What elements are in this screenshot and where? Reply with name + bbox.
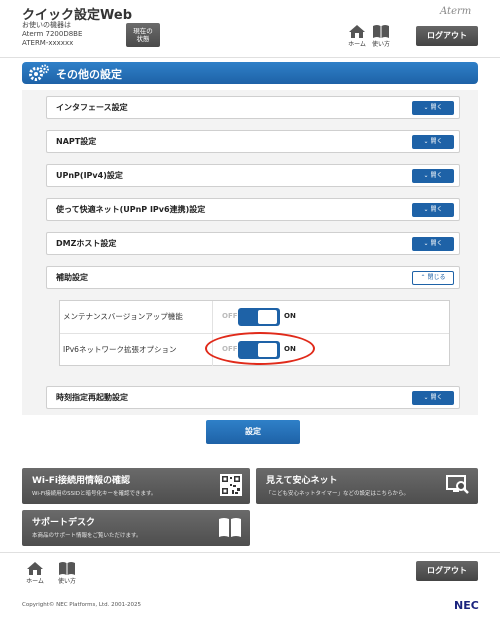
manual-label: 使い方 (371, 41, 390, 48)
monitor-search-icon (446, 475, 469, 494)
accordion-napt[interactable]: NAPT設定 ⌄ 開く (46, 130, 460, 153)
device-info-line: お使いの機器は (22, 21, 71, 29)
open-button-label: 開く (430, 206, 443, 213)
copyright: Copyright© NEC Platforms, Ltd. 2001-2025 (22, 602, 142, 608)
accordion-label: 補助設定 (56, 273, 88, 282)
maintenance-update-toggle[interactable]: OFF ON (222, 308, 296, 326)
open-button[interactable]: ⌄ 開く (412, 169, 454, 183)
card-description: 「こども安心ネットタイマー」などの設定はこちらから。 (266, 491, 410, 497)
setting-name: IPv6ネットワーク拡張オプション (63, 334, 213, 366)
footer-bar: ホーム 使い方 ログアウト (0, 552, 500, 590)
card-wifi-info[interactable]: Wi-Fi接続用情報の確認 Wi-Fi接続用のSSIDと暗号化キーを確認できます… (22, 468, 250, 504)
home-button[interactable]: ホーム (346, 24, 368, 48)
card-title: サポートデスク (32, 518, 96, 528)
home-icon (349, 25, 365, 38)
accordion-label: インタフェース設定 (56, 103, 128, 112)
card-description: Wi-Fi接続用のSSIDと暗号化キーを確認できます。 (32, 491, 157, 497)
open-button-label: 開く (430, 172, 443, 179)
chevron-down-icon: ⌄ (423, 206, 429, 213)
toggle-on-label: ON (284, 312, 296, 320)
home-label: ホーム (348, 41, 366, 48)
chevron-down-icon: ⌄ (423, 240, 429, 247)
device-info-line: Aterm 7200D8BE (22, 30, 83, 38)
open-button[interactable]: ⌄ 開く (412, 135, 454, 149)
accordion-label: 時刻指定再起動設定 (56, 393, 128, 402)
current-status-label-1: 現在の (133, 27, 153, 35)
card-title: Wi-Fi接続用情報の確認 (32, 476, 130, 486)
book-icon (373, 25, 389, 38)
card-title: 見えて安心ネット (266, 476, 338, 486)
chevron-up-icon: ⌃ (420, 274, 426, 281)
open-button-label: 開く (430, 138, 443, 145)
chevron-down-icon: ⌄ (423, 104, 429, 111)
open-button-label: 開く (430, 104, 443, 111)
home-icon (27, 562, 43, 575)
accordion-label: UPnP(IPv4)設定 (56, 171, 123, 180)
accordion-label: NAPT設定 (56, 137, 97, 146)
close-button-label: 閉じる (427, 274, 446, 281)
manual-label: 使い方 (57, 578, 76, 585)
accordion-aux-settings[interactable]: 補助設定 ⌃ 閉じる (46, 266, 460, 289)
aterm-logo: Aterm (440, 6, 472, 17)
logout-button[interactable]: ログアウト (416, 26, 478, 46)
accordion-upnp-ipv4[interactable]: UPnP(IPv4)設定 ⌄ 開く (46, 164, 460, 187)
close-button[interactable]: ⌃ 閉じる (412, 271, 454, 285)
open-button[interactable]: ⌄ 開く (412, 237, 454, 251)
red-highlight-circle (205, 332, 315, 365)
footer-logout-button[interactable]: ログアウト (416, 561, 478, 581)
accordion-label: DMZホスト設定 (56, 239, 117, 248)
section-title: その他の設定 (56, 68, 122, 81)
open-button-label: 開く (430, 240, 443, 247)
book-icon (59, 562, 75, 575)
device-info: お使いの機器は Aterm 7200D8BE ATERM-xxxxxx (22, 21, 82, 48)
qr-code-icon (220, 474, 242, 496)
current-status-button[interactable]: 現在の 状態 (126, 23, 160, 47)
toggle-off-label: OFF (222, 312, 238, 320)
current-status-label-2: 状態 (136, 35, 150, 43)
manual-button[interactable]: 使い方 (370, 24, 392, 48)
card-description: 本商品のサポート情報をご覧いただけます。 (32, 533, 142, 539)
footer-home-button[interactable]: ホーム (24, 561, 46, 585)
chevron-down-icon: ⌄ (423, 138, 429, 145)
card-safe-net[interactable]: 見えて安心ネット 「こども安心ネットタイマー」などの設定はこちらから。 (256, 468, 478, 504)
section-title-bar: その他の設定 (22, 62, 478, 84)
gear-icon (29, 64, 49, 81)
header: クイック設定Web お使いの機器は Aterm 7200D8BE ATERM-x… (0, 0, 500, 58)
accordion-scheduled-reboot[interactable]: 時刻指定再起動設定 ⌄ 開く (46, 386, 460, 409)
chevron-down-icon: ⌄ (423, 172, 429, 179)
setting-name: メンテナンスバージョンアップ機能 (63, 301, 213, 333)
open-button[interactable]: ⌄ 開く (412, 101, 454, 115)
toggle-track (238, 308, 280, 326)
card-support-desk[interactable]: サポートデスク 本商品のサポート情報をご覧いただけます。 (22, 510, 250, 546)
open-button-label: 開く (430, 394, 443, 401)
open-button[interactable]: ⌄ 開く (412, 203, 454, 217)
accordion-interface[interactable]: インタフェース設定 ⌄ 開く (46, 96, 460, 119)
footer-manual-button[interactable]: 使い方 (56, 561, 78, 585)
toggle-knob (258, 310, 277, 324)
book-icon (219, 518, 241, 537)
submit-settings-button[interactable]: 設定 (206, 420, 300, 444)
chevron-down-icon: ⌄ (423, 394, 429, 401)
setting-row-maintenance-update: メンテナンスバージョンアップ機能 OFF ON (60, 301, 449, 333)
accordion-dmz-host[interactable]: DMZホスト設定 ⌄ 開く (46, 232, 460, 255)
accordion-upnp-ipv6[interactable]: 使って快適ネット(UPnP IPv6連携)設定 ⌄ 開く (46, 198, 460, 221)
home-label: ホーム (26, 578, 44, 585)
open-button[interactable]: ⌄ 開く (412, 391, 454, 405)
device-info-line: ATERM-xxxxxx (22, 39, 74, 47)
accordion-label: 使って快適ネット(UPnP IPv6連携)設定 (56, 205, 206, 214)
nec-logo: NEC (454, 599, 479, 612)
